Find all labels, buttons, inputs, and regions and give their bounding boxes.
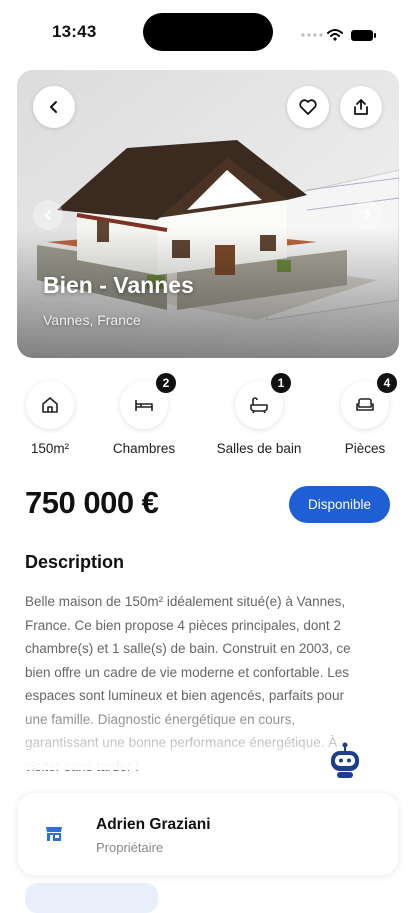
status-icons [300,28,385,47]
home-icon [42,397,58,413]
carousel-prev-button[interactable] [33,200,63,230]
feature-bathrooms: 1 Salles de bain [209,373,309,456]
chevron-left-icon [44,210,51,220]
favorite-button[interactable] [287,86,329,128]
description-title: Description [25,552,125,572]
property-location: Vannes, France [43,312,141,328]
feature-rooms: 4 Pièces [315,373,415,456]
bed-icon [135,400,153,411]
battery-icon [351,30,376,41]
rooms-count-badge: 4 [377,373,397,393]
store-icon [46,827,62,841]
owner-avatar [44,823,64,848]
feature-bathrooms-label: Salles de bain [216,441,302,456]
feature-rooms-circle: 4 [341,373,397,429]
wifi-icon [327,29,343,37]
chevron-right-icon [364,210,371,220]
sofa-icon [356,398,374,411]
carousel-next-button[interactable] [352,200,382,230]
feature-surface-label: 150m² [30,441,70,456]
bathrooms-count-badge: 1 [271,373,291,393]
feature-bedrooms: 2 Chambres [94,373,194,456]
dynamic-island [143,13,273,51]
owner-card[interactable]: Adrien Graziani Propriétaire [18,793,398,875]
status-time: 13:43 [52,22,97,41]
description-text: Belle maison de 150m² idéalement situé(e… [25,594,351,774]
feature-surface: 150m² [0,381,100,456]
feature-bathrooms-circle: 1 [235,373,291,429]
signal-icon [301,33,323,37]
share-icon [354,99,368,115]
owner-name: Adrien Graziani [96,816,211,833]
property-title: Bien - Vannes [43,272,194,298]
feature-rooms-label: Pièces [344,441,386,456]
heart-icon [299,99,317,115]
bedrooms-count-badge: 2 [156,373,176,393]
property-price: 750 000 € [25,485,159,520]
contact-button-partial[interactable] [25,883,158,913]
assistant-robot-button[interactable] [328,742,362,780]
feature-surface-circle [26,381,74,429]
property-image-carousel[interactable]: Bien - Vannes Vannes, France [17,70,399,358]
feature-bedrooms-label: Chambres [112,441,176,456]
robot-icon [331,742,359,778]
share-button[interactable] [340,86,382,128]
chevron-left-icon [50,101,57,113]
feature-bedrooms-circle: 2 [120,373,176,429]
bath-icon [250,397,268,414]
availability-badge[interactable]: Disponible [289,486,390,523]
back-button[interactable] [33,86,75,128]
owner-role: Propriétaire [96,840,164,855]
status-bar: 13:43 [0,0,415,62]
